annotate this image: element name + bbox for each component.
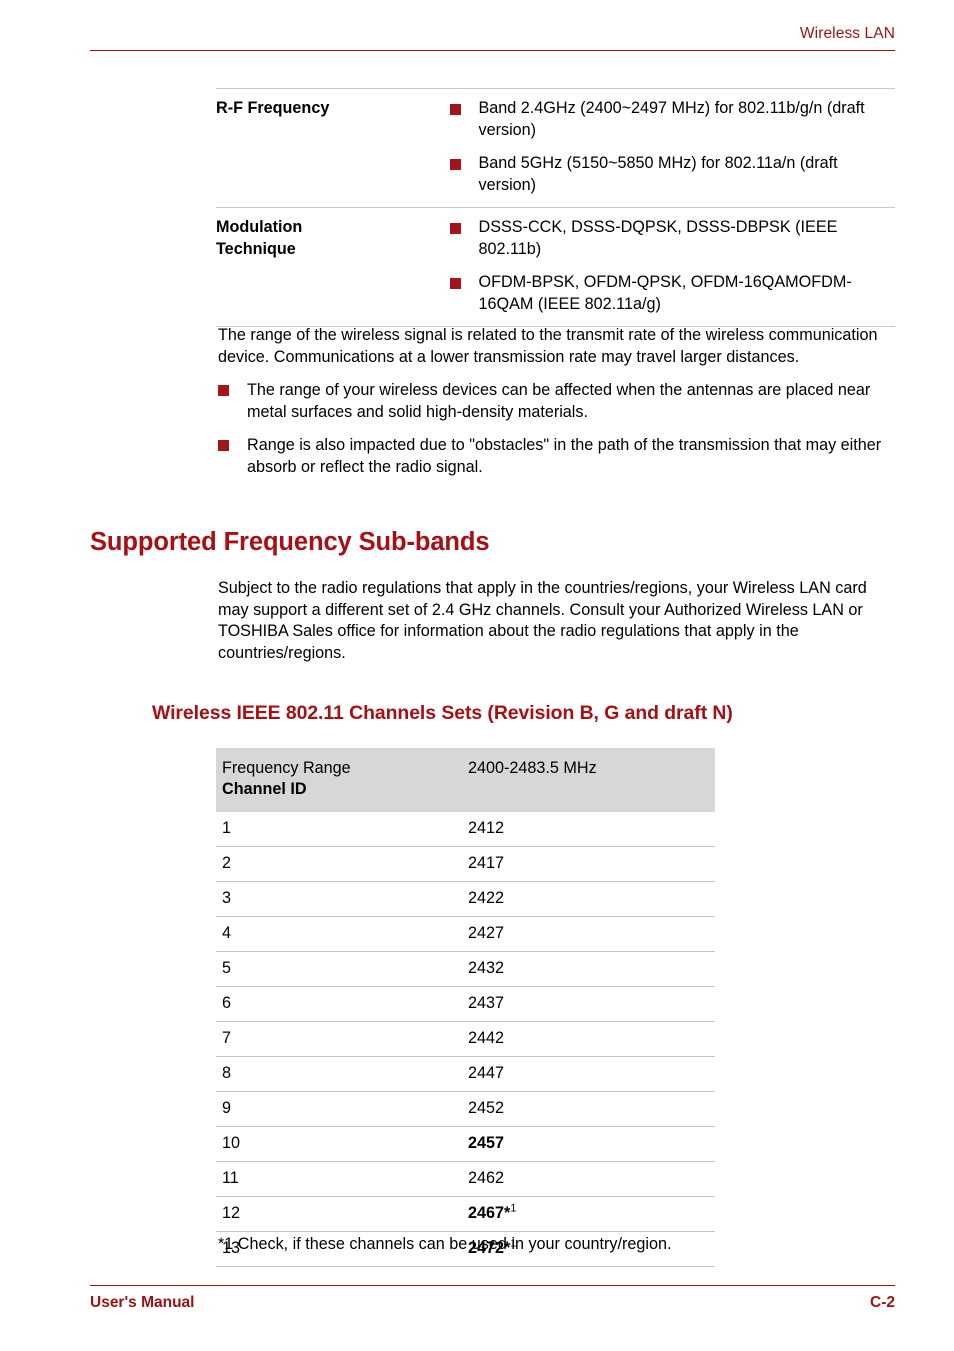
table-row: 10 2457 (216, 1127, 715, 1162)
channel-table: Frequency Range Channel ID 2400-2483.5 M… (216, 748, 715, 1267)
specification-table: R-F Frequency Band 2.4GHz (2400~2497 MHz… (216, 88, 895, 327)
cell-channel-id: 1 (222, 819, 232, 837)
list-item: Band 2.4GHz (2400~2497 MHz) for 802.11b/… (449, 98, 896, 141)
channels-table-heading: Wireless IEEE 802.11 Channels Sets (Revi… (152, 702, 733, 724)
sub-bands-intro: Subject to the radio regulations that ap… (218, 578, 900, 677)
list-item: Range is also impacted due to "obstacles… (218, 435, 898, 478)
cell-channel-id: 5 (222, 959, 232, 977)
cell-frequency: 2437 (468, 987, 715, 1022)
column-header-line-1: Frequency Range (222, 759, 351, 777)
footnote-marker: 1 (510, 1202, 517, 1215)
table-row: 1 2412 (216, 812, 715, 847)
spec-label-line-1: Modulation (216, 218, 303, 236)
cell-frequency: 2447 (468, 1057, 715, 1092)
cell-frequency: 2462 (468, 1162, 715, 1197)
table-row: 7 2442 (216, 1022, 715, 1057)
cell-channel-id: 10 (222, 1134, 241, 1152)
range-paragraph: The range of the wireless signal is rela… (218, 326, 878, 366)
cell-frequency: 2467*1 (468, 1197, 715, 1232)
square-bullet-icon (449, 278, 461, 289)
table-row: 5 2432 (216, 952, 715, 987)
cell-channel-id: 6 (222, 994, 232, 1012)
footer-manual-label: User's Manual (90, 1294, 195, 1311)
list-item-text: Range is also impacted due to "obstacles… (247, 435, 882, 476)
cell-channel-id: 3 (222, 889, 232, 907)
column-header-line-2: Channel ID (222, 780, 307, 798)
cell-frequency: 2427 (468, 917, 715, 952)
square-bullet-icon (449, 159, 461, 170)
list-item: The range of your wireless devices can b… (218, 380, 898, 423)
cell-frequency: 2452 (468, 1092, 715, 1127)
list-item-text: DSSS-CCK, DSSS-DQPSK, DSSS-DBPSK (IEEE 8… (478, 218, 838, 258)
table-row: 6 2437 (216, 987, 715, 1022)
sub-bands-paragraph: Subject to the radio regulations that ap… (218, 579, 867, 663)
table-row: 4 2427 (216, 917, 715, 952)
list-item: DSSS-CCK, DSSS-DQPSK, DSSS-DBPSK (IEEE 8… (449, 217, 896, 260)
spec-value: DSSS-CCK, DSSS-DQPSK, DSSS-DBPSK (IEEE 8… (449, 208, 896, 327)
square-bullet-icon (218, 385, 229, 397)
table-row: 12 2467*1 (216, 1197, 715, 1232)
square-bullet-icon (218, 439, 229, 451)
cell-frequency: 2422 (468, 882, 715, 917)
spec-label: R-F Frequency (216, 99, 330, 117)
table-row: 2 2417 (216, 847, 715, 882)
frequency-value: 2432 (468, 959, 505, 977)
page-footer: User's Manual C-2 (90, 1285, 895, 1313)
table-footnote: *1 Check, if these channels can be used … (218, 1235, 672, 1253)
document-page: Wireless LAN R-F Frequency Band 2.4GHz (… (0, 0, 954, 1351)
cell-frequency: 2417 (468, 847, 715, 882)
spec-label-line-2: Technique (216, 239, 296, 258)
table-header-row: Frequency Range Channel ID 2400-2483.5 M… (216, 748, 715, 812)
cell-channel-id: 9 (222, 1099, 232, 1117)
frequency-value: 2467 (468, 1204, 505, 1222)
table-row: 3 2422 (216, 882, 715, 917)
cell-frequency: 2432 (468, 952, 715, 987)
square-bullet-icon (449, 104, 461, 115)
cell-frequency: 2457 (468, 1127, 715, 1162)
section-heading: Supported Frequency Sub-bands (90, 528, 490, 556)
table-row: Modulation Technique DSSS-CCK, DSSS-DQPS… (216, 207, 896, 327)
cell-channel-id: 12 (222, 1204, 241, 1222)
square-bullet-icon (449, 223, 461, 234)
cell-frequency: 2412 (468, 812, 715, 847)
frequency-value: 2462 (468, 1169, 505, 1187)
footer-page-number: C-2 (870, 1294, 895, 1311)
table-row: R-F Frequency Band 2.4GHz (2400~2497 MHz… (216, 88, 896, 208)
list-item: OFDM-BPSK, OFDM-QPSK, OFDM-16QAMOFDM-16Q… (449, 272, 896, 315)
header-rule (90, 50, 895, 51)
spec-value: Band 2.4GHz (2400~2497 MHz) for 802.11b/… (449, 89, 896, 208)
list-item: Band 5GHz (5150~5850 MHz) for 802.11a/n … (449, 153, 896, 196)
frequency-value: 2412 (468, 819, 505, 837)
table-row: 11 2462 (216, 1162, 715, 1197)
frequency-value: 2417 (468, 854, 505, 872)
list-item-text: Band 2.4GHz (2400~2497 MHz) for 802.11b/… (478, 99, 865, 139)
column-header-frequency-text: 2400-2483.5 MHz (468, 759, 597, 777)
range-section: The range of the wireless signal is rela… (218, 325, 898, 489)
frequency-value: 2457 (468, 1134, 505, 1152)
table-row: 8 2447 (216, 1057, 715, 1092)
list-item-text: The range of your wireless devices can b… (247, 381, 871, 422)
frequency-value: 2452 (468, 1099, 505, 1117)
list-item-text: OFDM-BPSK, OFDM-QPSK, OFDM-16QAMOFDM-16Q… (478, 273, 852, 313)
table-row: 9 2452 (216, 1092, 715, 1127)
cell-channel-id: 7 (222, 1029, 232, 1047)
footer-rule (90, 1285, 895, 1286)
running-header: Wireless LAN (90, 24, 895, 51)
cell-channel-id: 4 (222, 924, 232, 942)
frequency-value: 2422 (468, 889, 505, 907)
cell-channel-id: 11 (222, 1169, 239, 1187)
column-header-channel: Frequency Range Channel ID (216, 748, 468, 812)
cell-channel-id: 2 (222, 854, 232, 872)
cell-frequency: 2442 (468, 1022, 715, 1057)
frequency-value: 2427 (468, 924, 505, 942)
frequency-value: 2447 (468, 1064, 505, 1082)
list-item-text: Band 5GHz (5150~5850 MHz) for 802.11a/n … (478, 154, 838, 194)
cell-channel-id: 8 (222, 1064, 232, 1082)
spec-label: Modulation Technique (216, 208, 450, 327)
running-header-title: Wireless LAN (799, 25, 895, 42)
frequency-value: 2437 (468, 994, 505, 1012)
frequency-value: 2442 (468, 1029, 505, 1047)
column-header-frequency: 2400-2483.5 MHz (468, 748, 715, 812)
